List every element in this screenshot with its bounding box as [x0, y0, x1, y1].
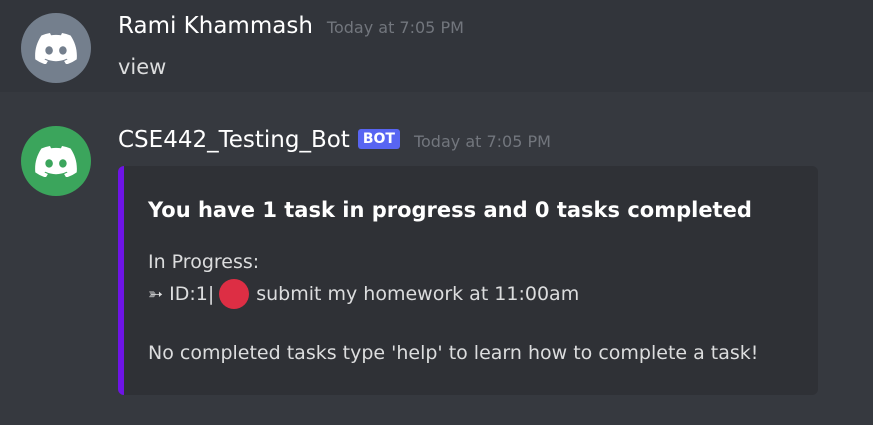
- timestamp: Today at 7:05 PM: [413, 132, 551, 151]
- message-text: view: [118, 55, 167, 79]
- bot-username[interactable]: CSE442_Testing_Bot: [118, 127, 350, 153]
- task-item: ➳ ID:1| submit my homework at 11:00am: [148, 279, 579, 309]
- discord-logo-icon: [35, 146, 77, 177]
- task-text: submit my homework at 11:00am: [256, 283, 580, 305]
- user-avatar[interactable]: [21, 13, 91, 83]
- message-bot: CSE442_Testing_Bot BOT Today at 7:05 PM …: [0, 92, 873, 425]
- message-rami: Rami Khammash Today at 7:05 PM view: [0, 0, 873, 92]
- timestamp: Today at 7:05 PM: [326, 18, 464, 37]
- red-circle-icon: [219, 279, 250, 309]
- task-id: ID:1|: [169, 283, 215, 305]
- message-header: CSE442_Testing_Bot BOT Today at 7:05 PM: [118, 127, 551, 153]
- task-embed: You have 1 task in progress and 0 tasks …: [118, 166, 818, 395]
- username[interactable]: Rami Khammash: [118, 13, 313, 39]
- arrow-icon: ➳: [148, 283, 164, 305]
- in-progress-label: In Progress:: [148, 251, 260, 273]
- embed-footer-text: No completed tasks type 'help' to learn …: [148, 342, 759, 364]
- discord-logo-icon: [35, 33, 77, 64]
- bot-tag: BOT: [357, 129, 400, 149]
- embed-title: You have 1 task in progress and 0 tasks …: [148, 198, 752, 222]
- bot-avatar[interactable]: [21, 126, 91, 196]
- message-header: Rami Khammash Today at 7:05 PM: [118, 13, 464, 39]
